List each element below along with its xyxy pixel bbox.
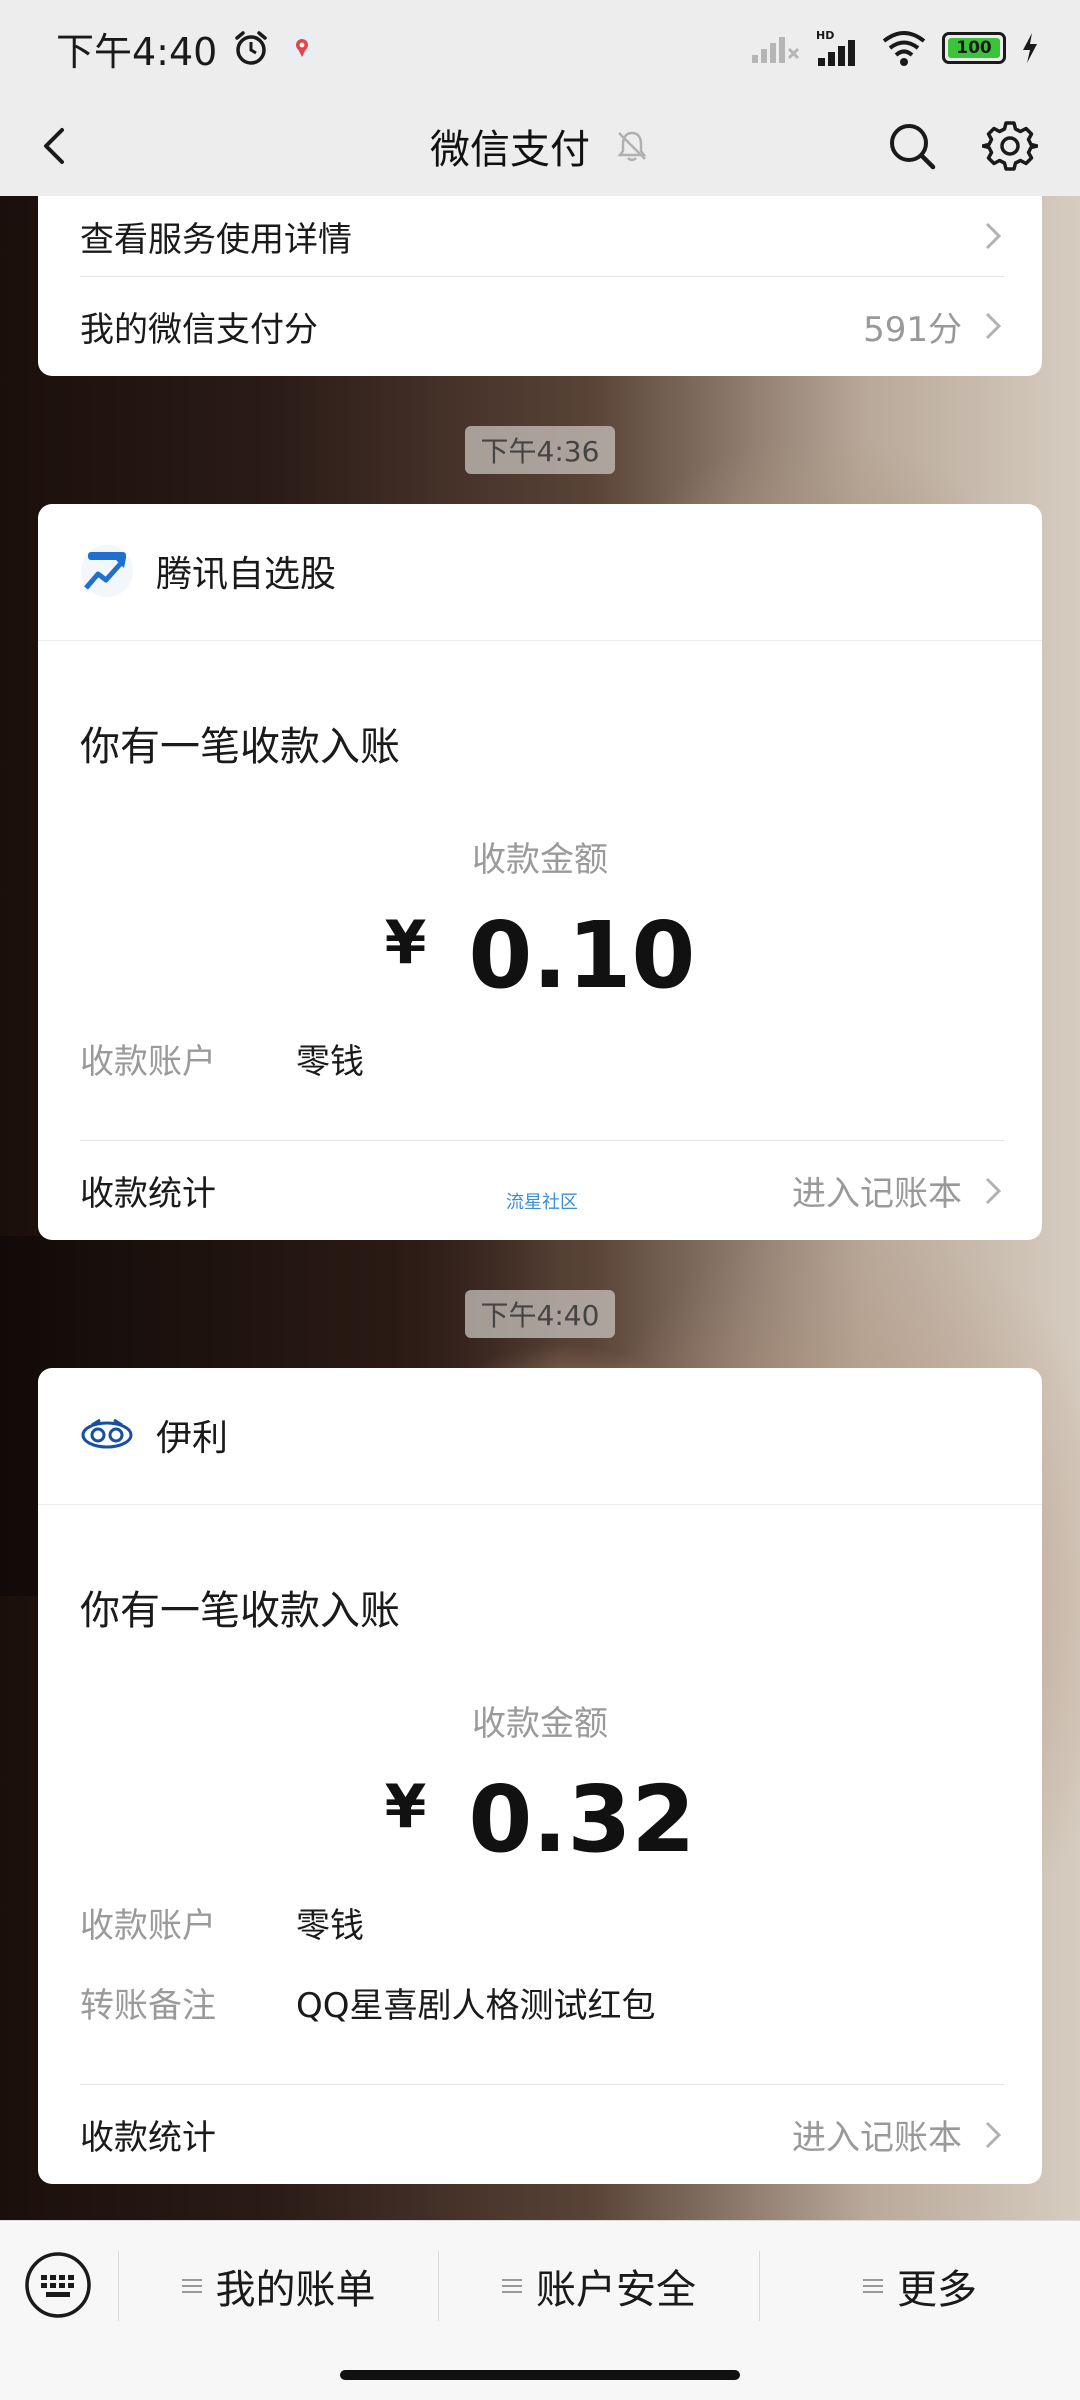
view-service-details-label: 查看服务使用详情 bbox=[80, 219, 352, 260]
amount-value: 0.10 bbox=[468, 902, 696, 1009]
menu-more[interactable]: 更多 bbox=[760, 2241, 1080, 2331]
message-timestamp: 下午4:40 bbox=[465, 1290, 615, 1338]
menu-my-bills-label: 我的账单 bbox=[215, 2267, 376, 2313]
menu-my-bills[interactable]: 我的账单 bbox=[119, 2241, 438, 2331]
payscore-row[interactable]: 我的微信支付分 591分 bbox=[80, 277, 1004, 375]
menu-lines-icon bbox=[502, 2279, 522, 2293]
stats-row[interactable]: 收款统计 进入记账本 bbox=[80, 2085, 1004, 2184]
chevron-right-icon bbox=[985, 222, 1002, 250]
menu-lines-icon bbox=[181, 2279, 202, 2293]
svg-text:HD: HD bbox=[816, 29, 834, 42]
yili-logo-icon bbox=[81, 1418, 133, 1449]
menu-account-security[interactable]: 账户安全 bbox=[439, 2241, 759, 2331]
view-service-details-row[interactable]: 查看服务使用详情 bbox=[80, 196, 1004, 276]
charging-icon bbox=[1023, 33, 1037, 63]
notice-title: 你有一笔收款入账 bbox=[80, 724, 400, 770]
note-key: 转账备注 bbox=[80, 1986, 216, 2026]
stats-link: 进入记账本 bbox=[792, 2118, 962, 2158]
currency-symbol: ¥ bbox=[384, 1772, 427, 1842]
payment-received-card[interactable]: 腾讯自选股 你有一笔收款入账 收款金额 ¥0.10 收款账户 零钱 收款统计 进… bbox=[38, 504, 1042, 1240]
note-value: QQ星喜剧人格测试红包 bbox=[296, 1986, 656, 2026]
navigation-bar: 微信支付 bbox=[0, 96, 1080, 196]
stats-label: 收款统计 bbox=[80, 1174, 216, 1214]
merchant-name: 腾讯自选股 bbox=[156, 554, 337, 595]
battery-indicator: 100 bbox=[942, 32, 1006, 64]
merchant-name: 伊利 bbox=[156, 1418, 229, 1459]
gear-icon[interactable] bbox=[982, 118, 1038, 174]
search-icon[interactable] bbox=[884, 118, 940, 174]
payment-received-card[interactable]: 伊利 你有一笔收款入账 收款金额 ¥0.32 收款账户 零钱 转账备注 QQ星喜… bbox=[38, 1368, 1042, 2184]
account-value: 零钱 bbox=[296, 1042, 364, 1082]
wifi-icon bbox=[882, 31, 926, 66]
account-key: 收款账户 bbox=[80, 1906, 216, 1946]
menu-account-security-label: 账户安全 bbox=[536, 2267, 696, 2313]
chevron-right-icon bbox=[985, 2121, 1002, 2148]
merchant-header[interactable]: 伊利 bbox=[80, 1408, 228, 1462]
alarm-icon bbox=[235, 31, 268, 65]
amount-display: ¥0.10 bbox=[38, 902, 1042, 1009]
account-key: 收款账户 bbox=[80, 1042, 216, 1082]
divider bbox=[38, 640, 1042, 641]
currency-symbol: ¥ bbox=[384, 908, 427, 978]
maps-app-icon bbox=[288, 34, 317, 62]
amount-value: 0.32 bbox=[468, 1766, 696, 1873]
status-bar: 下午4:40 HD 100 bbox=[0, 0, 1080, 96]
divider bbox=[38, 1504, 1042, 1505]
amount-label: 收款金额 bbox=[472, 1704, 608, 1744]
payscore-value: 591分 bbox=[863, 309, 962, 350]
battery-level: 100 bbox=[948, 38, 1000, 58]
page-title: 微信支付 bbox=[430, 127, 590, 173]
keyboard-toggle-icon[interactable] bbox=[24, 2251, 92, 2319]
stats-label: 收款统计 bbox=[80, 2118, 216, 2158]
note-row: 转账备注 QQ星喜剧人格测试红包 bbox=[80, 1978, 656, 2027]
chevron-right-icon bbox=[985, 312, 1002, 340]
account-value: 零钱 bbox=[296, 1906, 364, 1946]
payscore-label: 我的微信支付分 bbox=[80, 309, 318, 350]
notice-title: 你有一笔收款入账 bbox=[80, 1588, 400, 1634]
signal-hd-icon: HD bbox=[816, 29, 855, 66]
account-row: 收款账户 零钱 bbox=[80, 1034, 364, 1083]
watermark-text: 流星社区 bbox=[506, 1192, 578, 1213]
signal-weak-icon bbox=[752, 37, 800, 63]
menu-more-label: 更多 bbox=[897, 2267, 977, 2313]
home-indicator[interactable] bbox=[340, 2370, 740, 2380]
status-time: 下午4:40 bbox=[56, 29, 218, 74]
merchant-header[interactable]: 腾讯自选股 bbox=[80, 544, 336, 598]
menu-lines-icon bbox=[863, 2279, 883, 2293]
tencent-stock-logo-icon bbox=[81, 545, 133, 597]
amount-label: 收款金额 bbox=[472, 840, 608, 880]
payscore-service-card: 查看服务使用详情 我的微信支付分 591分 bbox=[38, 196, 1042, 376]
message-timestamp: 下午4:36 bbox=[465, 426, 615, 474]
amount-display: ¥0.32 bbox=[38, 1766, 1042, 1873]
muted-bell-icon bbox=[617, 131, 647, 162]
chevron-right-icon bbox=[985, 1177, 1002, 1204]
account-row: 收款账户 零钱 bbox=[80, 1898, 364, 1947]
stats-link: 进入记账本 bbox=[792, 1174, 962, 1214]
